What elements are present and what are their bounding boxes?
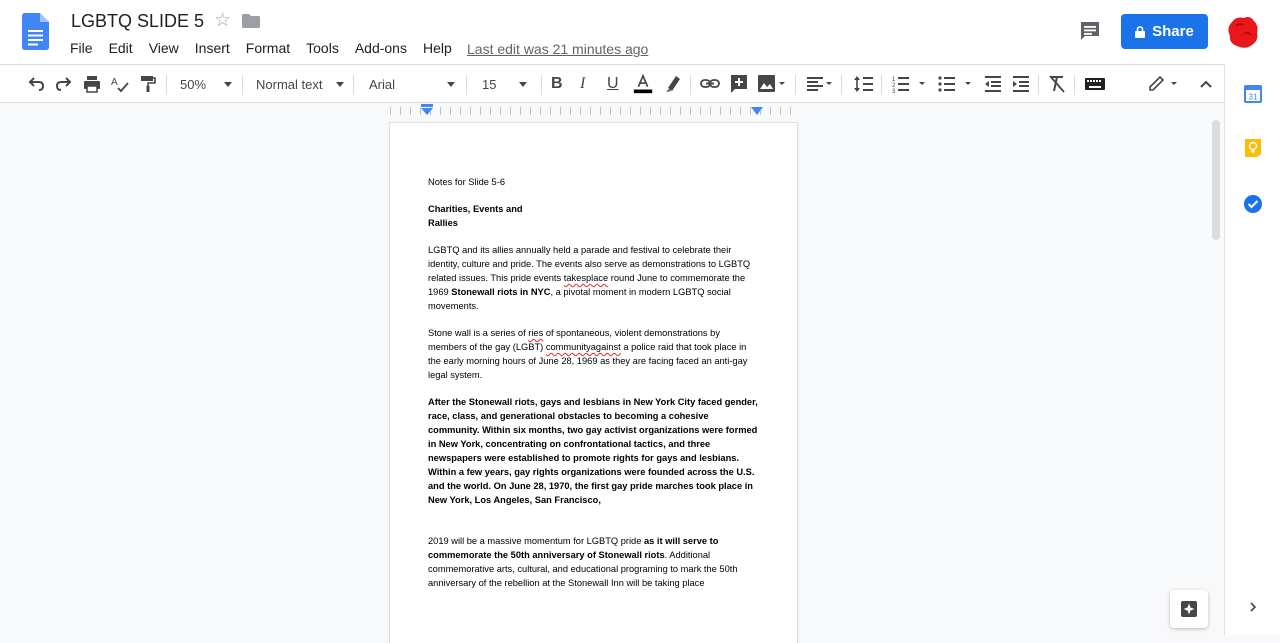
star-icon[interactable]: ☆ (214, 11, 231, 31)
heading-note: Notes for Slide 5-6 (428, 177, 505, 187)
spelling-error[interactable]: ries (528, 328, 543, 338)
numbered-list-icon[interactable]: 123 (891, 73, 931, 95)
keyboard-icon[interactable] (1084, 73, 1106, 95)
expand-side-panel-icon[interactable] (1247, 601, 1259, 613)
pencil-icon[interactable] (1147, 73, 1183, 95)
menu-tools[interactable]: Tools (306, 40, 339, 56)
zoom-value: 50% (180, 76, 207, 92)
docs-logo-icon[interactable] (22, 13, 49, 50)
menu-insert[interactable]: Insert (195, 40, 230, 56)
font-family-value: Arial (369, 76, 396, 92)
menu-bar: File Edit View Insert Format Tools Add-o… (70, 40, 468, 56)
decrease-indent-icon[interactable] (983, 73, 1003, 95)
scrollbar-thumb[interactable] (1212, 120, 1220, 240)
account-avatar[interactable] (1224, 14, 1260, 50)
explore-icon (1181, 601, 1197, 617)
underline-icon[interactable]: U (607, 73, 619, 95)
document-title[interactable]: LGBTQ SLIDE 5 (71, 11, 204, 32)
menu-help[interactable]: Help (423, 40, 452, 56)
ruler-ticks (390, 107, 797, 115)
highlight-icon[interactable] (663, 73, 683, 95)
increase-indent-icon[interactable] (1011, 73, 1031, 95)
header-bar: LGBTQ SLIDE 5 ☆ File Edit View Insert Fo… (0, 0, 1280, 64)
formatting-toolbar: A 50% Normal text Arial 15 B I U 1 2 3 (0, 64, 1280, 103)
keep-icon[interactable] (1243, 138, 1263, 158)
left-indent-marker-icon[interactable] (420, 104, 434, 116)
document-canvas: Notes for Slide 5-6 Charities, Events an… (0, 104, 1224, 643)
font-size-value: 15 (482, 76, 497, 92)
lock-icon (1135, 25, 1146, 38)
font-size-select[interactable]: 15 (482, 73, 534, 95)
document-page[interactable]: Notes for Slide 5-6 Charities, Events an… (390, 123, 797, 643)
redo-icon[interactable] (54, 73, 74, 95)
print-icon[interactable] (82, 73, 102, 95)
horizontal-ruler[interactable] (390, 104, 797, 116)
svg-text:31: 31 (1249, 93, 1258, 102)
spellcheck-icon[interactable]: A (110, 73, 130, 95)
line-spacing-icon[interactable] (853, 73, 875, 95)
bulleted-list-icon[interactable] (937, 73, 977, 95)
paragraph-style-select[interactable]: Normal text (256, 73, 346, 95)
section-title: Charities, Events and Rallies (428, 204, 523, 228)
paragraph-2: Stone wall is a series of ries of sponta… (428, 328, 748, 380)
add-comment-icon[interactable] (729, 73, 749, 95)
side-panel: 31 (1224, 64, 1280, 635)
align-left-icon[interactable] (806, 73, 836, 95)
paragraph-style-value: Normal text (256, 76, 323, 92)
image-icon[interactable] (757, 73, 787, 95)
folder-icon[interactable] (242, 14, 260, 28)
bold-icon[interactable]: B (551, 73, 563, 95)
menu-view[interactable]: View (149, 40, 179, 56)
paragraph-1: LGBTQ and its allies annually held a par… (428, 245, 751, 311)
menu-file[interactable]: File (70, 40, 93, 56)
menu-edit[interactable]: Edit (109, 40, 133, 56)
zoom-select[interactable]: 50% (180, 73, 234, 95)
menu-addons[interactable]: Add-ons (355, 40, 407, 56)
italic-icon[interactable]: I (580, 73, 585, 95)
undo-icon[interactable] (26, 73, 46, 95)
paint-format-icon[interactable] (138, 73, 158, 95)
last-edit-link[interactable]: Last edit was 21 minutes ago (467, 41, 648, 57)
paragraph-4: 2019 will be a massive momentum for LGBT… (428, 536, 738, 588)
font-family-select[interactable]: Arial (369, 73, 459, 95)
paragraph-3: After the Stonewall riots, gays and lesb… (428, 397, 758, 505)
share-label: Share (1152, 23, 1194, 40)
spelling-error[interactable]: takesplace (564, 273, 608, 283)
svg-text:A: A (111, 77, 118, 88)
collapse-toolbar-icon[interactable] (1198, 73, 1214, 95)
comment-history-icon[interactable] (1079, 20, 1101, 42)
svg-text:3: 3 (892, 89, 896, 95)
tasks-icon[interactable] (1243, 194, 1263, 214)
document-body[interactable]: Notes for Slide 5-6 Charities, Events an… (428, 175, 758, 603)
spelling-error[interactable]: communityagainst (546, 342, 621, 352)
clear-formatting-icon[interactable] (1047, 73, 1067, 95)
explore-button[interactable] (1170, 590, 1208, 628)
right-indent-marker-icon[interactable] (750, 107, 764, 116)
calendar-icon[interactable]: 31 (1243, 84, 1263, 104)
text-color-icon[interactable] (631, 73, 655, 95)
menu-format[interactable]: Format (246, 40, 290, 56)
share-button[interactable]: Share (1121, 14, 1208, 49)
vertical-scrollbar[interactable] (1210, 120, 1222, 632)
link-icon[interactable] (699, 73, 721, 95)
